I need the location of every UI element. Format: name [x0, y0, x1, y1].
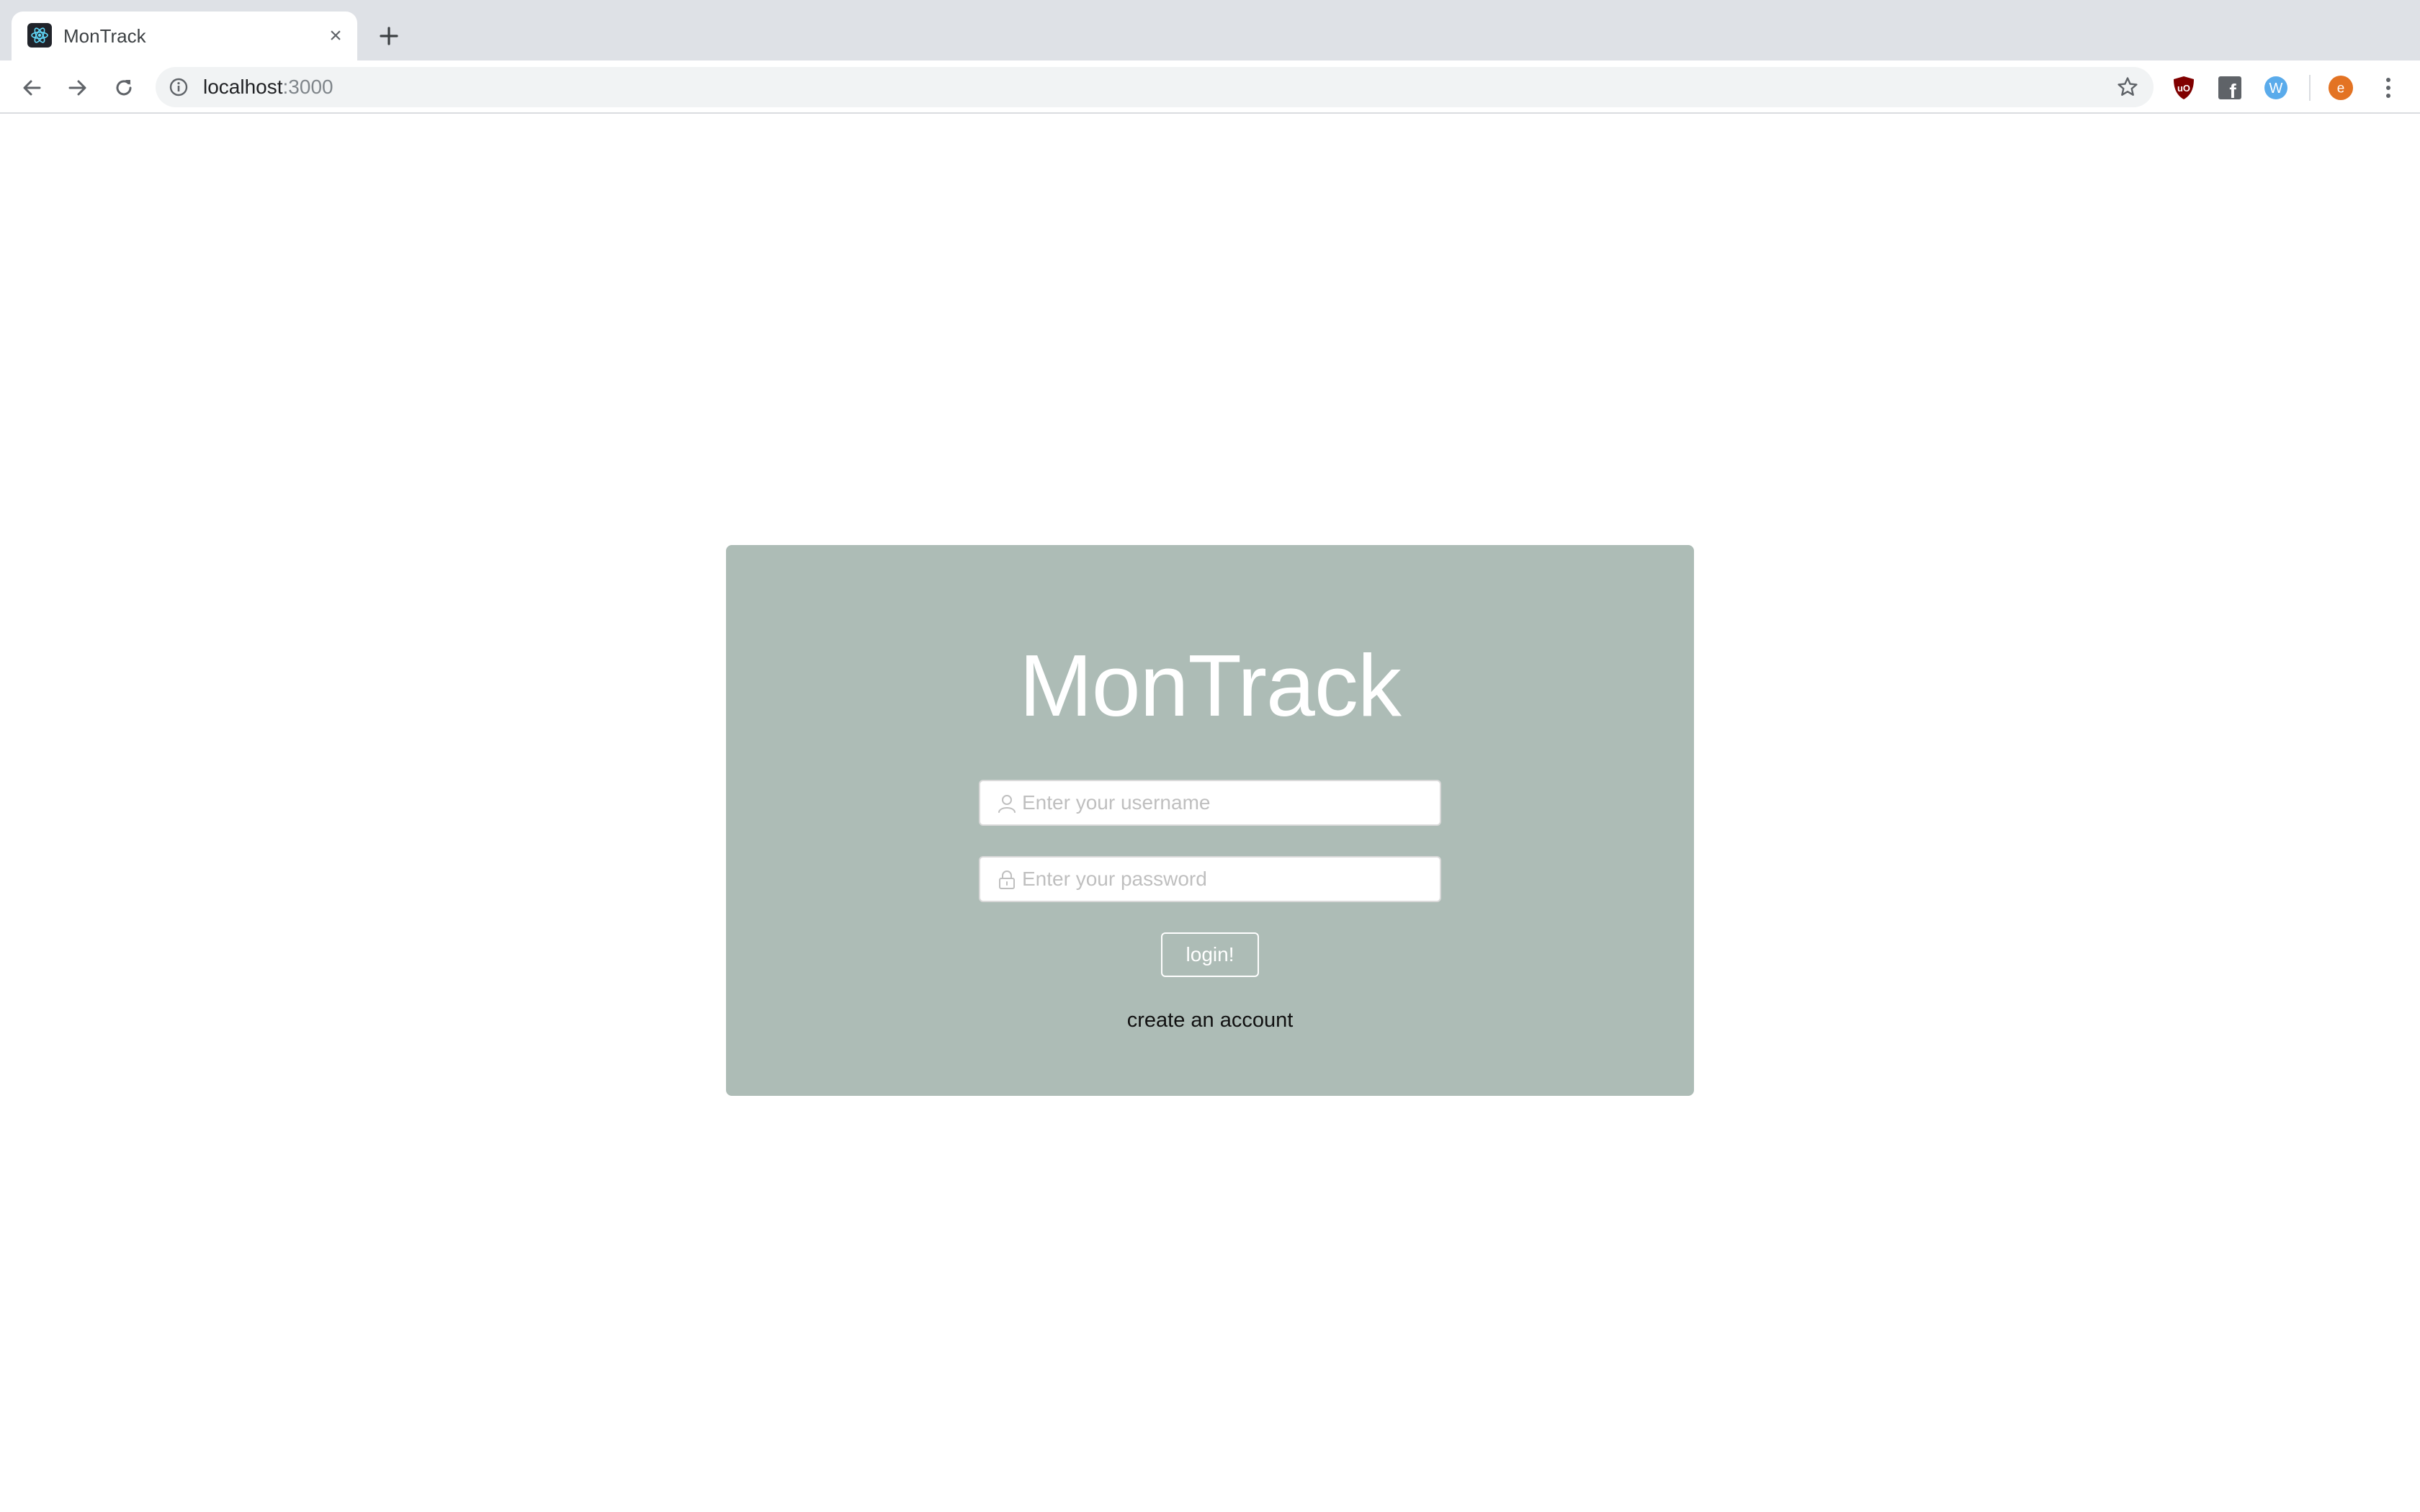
browser-tab[interactable]: MonTrack ×: [12, 12, 357, 60]
w-extension-icon[interactable]: W: [2263, 75, 2289, 101]
svg-text:e: e: [2337, 81, 2345, 96]
ublock-origin-icon[interactable]: uO: [2171, 75, 2197, 101]
login-card: MonTrack login! create an account: [726, 545, 1694, 1096]
close-tab-icon[interactable]: ×: [324, 24, 347, 48]
app-title: MonTrack: [1019, 636, 1402, 734]
page-viewport: MonTrack login! create an account: [0, 115, 2420, 1512]
address-bar[interactable]: localhost:3000: [156, 67, 2154, 107]
login-button[interactable]: login!: [1161, 932, 1259, 977]
facebook-container-icon[interactable]: f: [2217, 75, 2243, 101]
create-account-link[interactable]: create an account: [726, 1006, 1694, 1035]
password-field[interactable]: [979, 856, 1441, 902]
reload-icon[interactable]: [109, 73, 138, 102]
user-icon: [996, 793, 1018, 814]
browser-toolbar: localhost:3000 uO f W e: [0, 60, 2420, 114]
tab-title: MonTrack: [63, 25, 146, 47]
plus-icon[interactable]: [375, 22, 403, 50]
url-text[interactable]: localhost:3000: [203, 67, 333, 107]
profile-avatar[interactable]: e: [2328, 75, 2354, 101]
url-host: localhost: [203, 76, 283, 98]
svg-text:uO: uO: [2177, 83, 2190, 94]
arrow-left-icon[interactable]: [17, 73, 46, 102]
kebab-menu-icon[interactable]: [2375, 75, 2401, 101]
info-icon[interactable]: [169, 77, 189, 97]
username-input[interactable]: [1022, 781, 1433, 824]
arrow-right-icon[interactable]: [63, 73, 92, 102]
react-icon: [27, 23, 52, 48]
tab-strip: MonTrack ×: [0, 0, 2420, 60]
url-port: :3000: [282, 76, 333, 98]
svg-text:f: f: [2229, 80, 2236, 100]
username-field[interactable]: [979, 780, 1441, 826]
star-icon[interactable]: [2116, 76, 2139, 99]
svg-text:W: W: [2269, 81, 2283, 96]
toolbar-separator: [2309, 75, 2311, 101]
password-input[interactable]: [1022, 858, 1433, 901]
lock-icon: [996, 869, 1018, 891]
